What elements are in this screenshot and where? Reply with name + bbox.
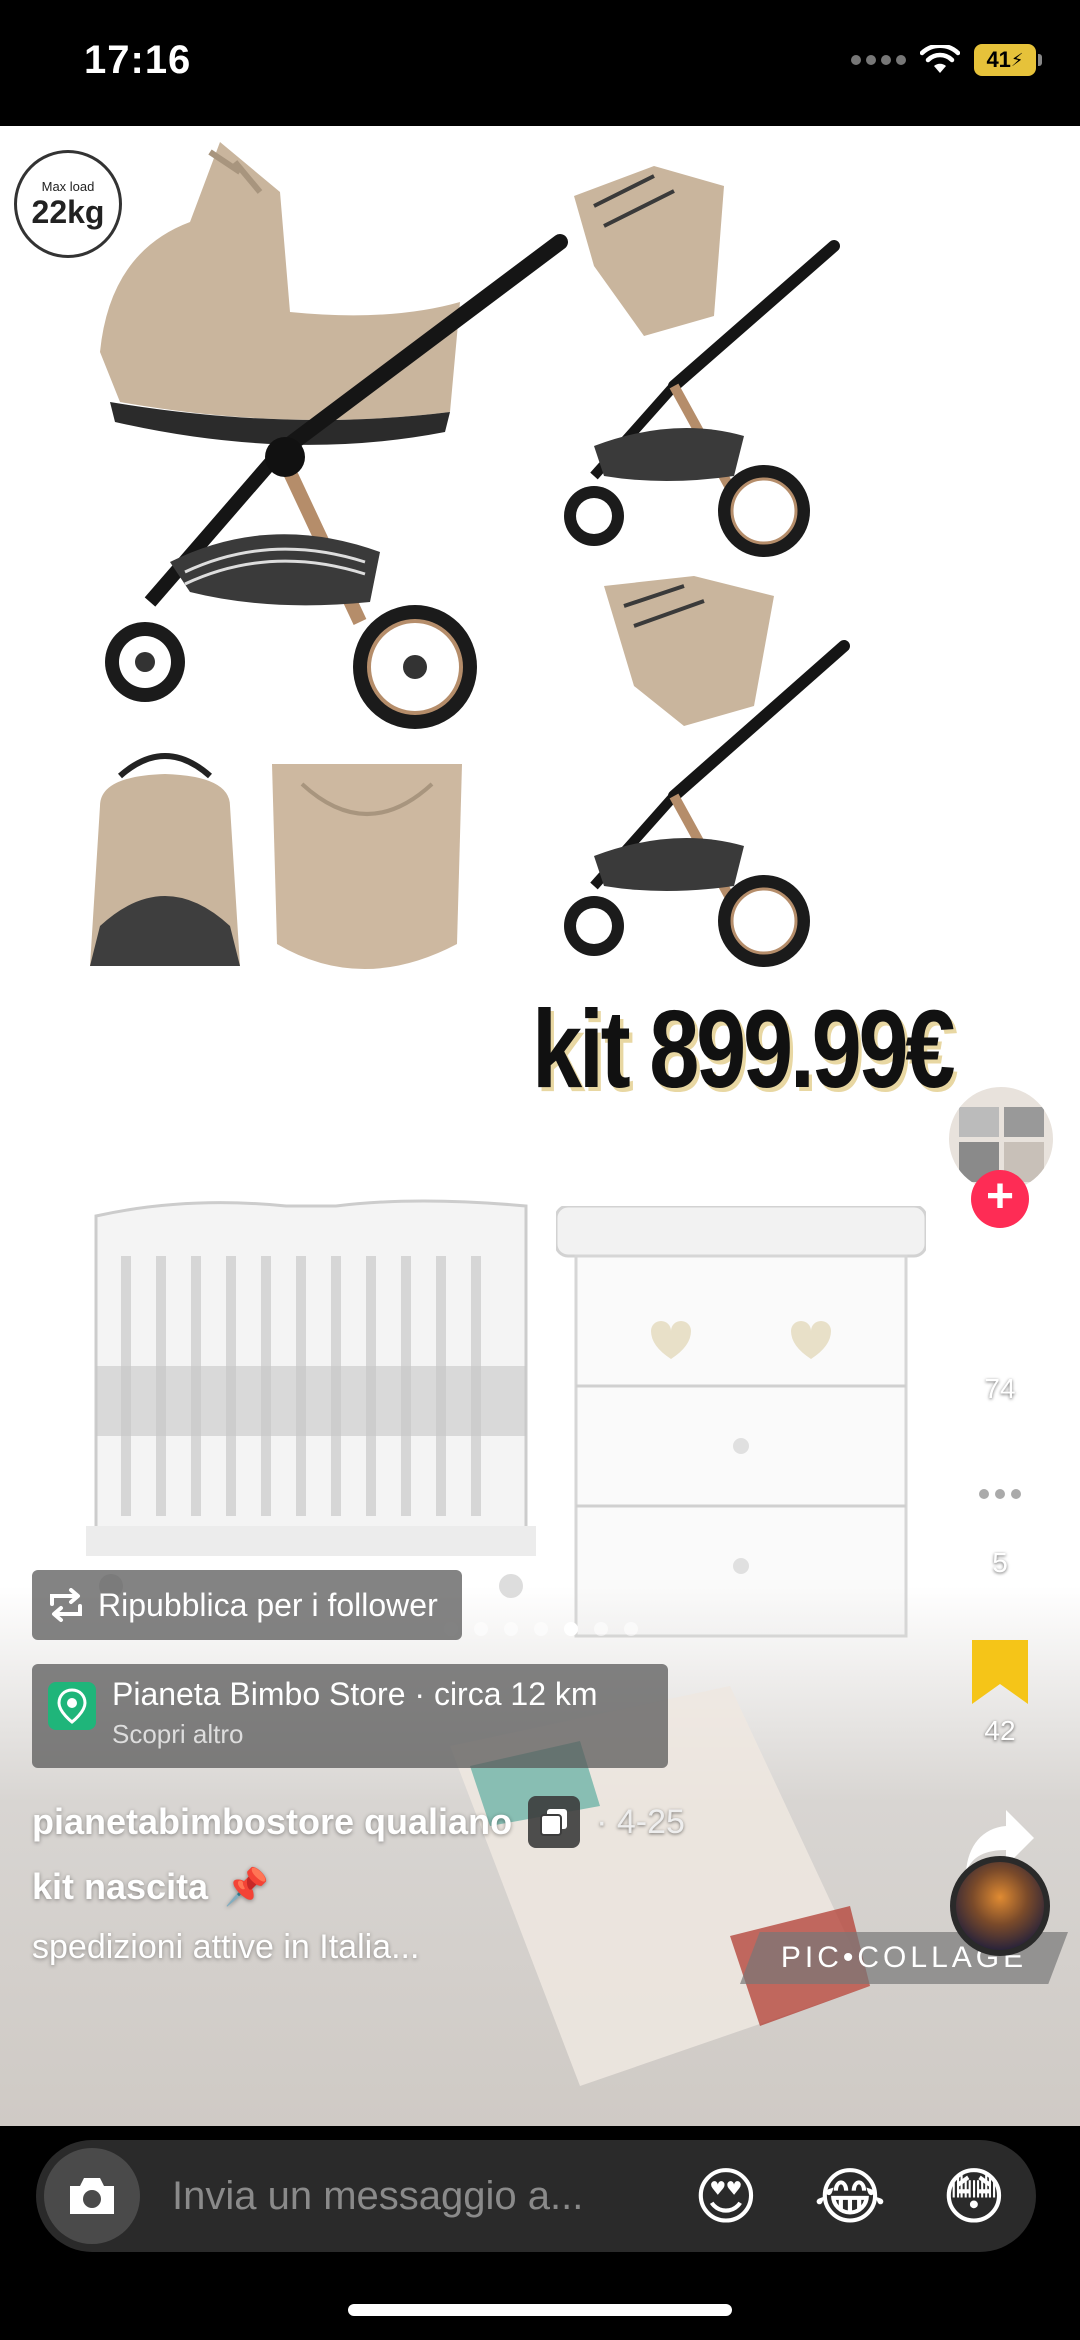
home-indicator [348, 2304, 732, 2316]
repost-button[interactable]: Ripubblica per i follower [32, 1570, 462, 1640]
stroller-seat-image-1 [564, 166, 840, 557]
footmuff-image [272, 764, 462, 969]
carousel-dot [564, 1622, 578, 1636]
caption-description[interactable]: spedizioni attive in Italia... [32, 1928, 419, 1967]
author-row: pianetabimbostore qualiano · 4-25 [32, 1796, 685, 1848]
sound-disc[interactable] [950, 1856, 1050, 1956]
location-name: Pianeta Bimbo Store · circa 12 km [112, 1676, 598, 1712]
repost-label: Ripubblica per i follower [98, 1586, 438, 1623]
max-load-badge: Max load 22kg [14, 150, 122, 258]
repost-icon [50, 1588, 82, 1622]
emoji-flushed[interactable]: 😳 [912, 2160, 1036, 2233]
comment-count: 5 [992, 1547, 1008, 1578]
carousel-dot [534, 1622, 548, 1636]
carousel-dot [504, 1622, 518, 1636]
crib-image [86, 1199, 536, 1598]
plus-icon: + [985, 1170, 1015, 1223]
pushpin-icon: 📌 [224, 1867, 269, 1908]
carousel-dot [474, 1622, 488, 1636]
wifi-icon [920, 45, 960, 73]
carousel-indicator [444, 1622, 638, 1636]
changing-dresser-image [556, 1206, 926, 1638]
price-text: kit 899.99€ [532, 988, 956, 1111]
save-action[interactable]: 42 [940, 1636, 1060, 1747]
comment-icon [963, 1464, 1037, 1534]
author-name[interactable]: pianetabimbostore qualiano [32, 1801, 512, 1843]
follow-button[interactable]: + [971, 1170, 1029, 1228]
signal-dots-icon [851, 55, 906, 65]
save-count: 42 [984, 1715, 1016, 1746]
search-icon[interactable] [968, 154, 1040, 226]
location-pin-icon [48, 1682, 96, 1730]
stroller-seat-image-2 [564, 576, 850, 967]
battery-indicator: 41 ⚡ [974, 44, 1042, 76]
message-input[interactable]: Invia un messaggio a... 😍 😂 😳 [36, 2140, 1036, 2252]
emoji-joy[interactable]: 😂 [788, 2160, 912, 2233]
location-tag[interactable]: Pianeta Bimbo Store · circa 12 km Scopri… [32, 1664, 668, 1768]
like-action[interactable]: 74 [940, 1286, 1060, 1405]
bookmark-icon [972, 1640, 1028, 1704]
post-date: · 4-25 [596, 1802, 685, 1841]
heart-icon [959, 1288, 1041, 1362]
message-bar: Invia un messaggio a... 😍 😂 😳 [0, 2126, 1080, 2340]
carousel-dot [624, 1622, 638, 1636]
caption-title: kit nascita 📌 [32, 1866, 269, 1908]
status-time: 17:16 [84, 38, 192, 82]
carousel-dot [594, 1622, 608, 1636]
camera-icon [70, 2178, 114, 2214]
comment-action[interactable]: 5 [940, 1460, 1060, 1579]
message-placeholder: Invia un messaggio a... [172, 2173, 584, 2218]
status-bar: 17:16 41 ⚡ [0, 0, 1080, 126]
stroller-carrycot-image [100, 142, 568, 729]
emoji-heart-eyes[interactable]: 😍 [664, 2160, 788, 2233]
location-discover: Scopri altro [112, 1719, 244, 1749]
status-icons: 41 ⚡ [851, 44, 1042, 76]
photo-carousel-icon [528, 1796, 581, 1848]
like-count: 74 [984, 1373, 1016, 1404]
camera-button[interactable] [44, 2148, 140, 2244]
changing-bag-image [90, 753, 240, 966]
